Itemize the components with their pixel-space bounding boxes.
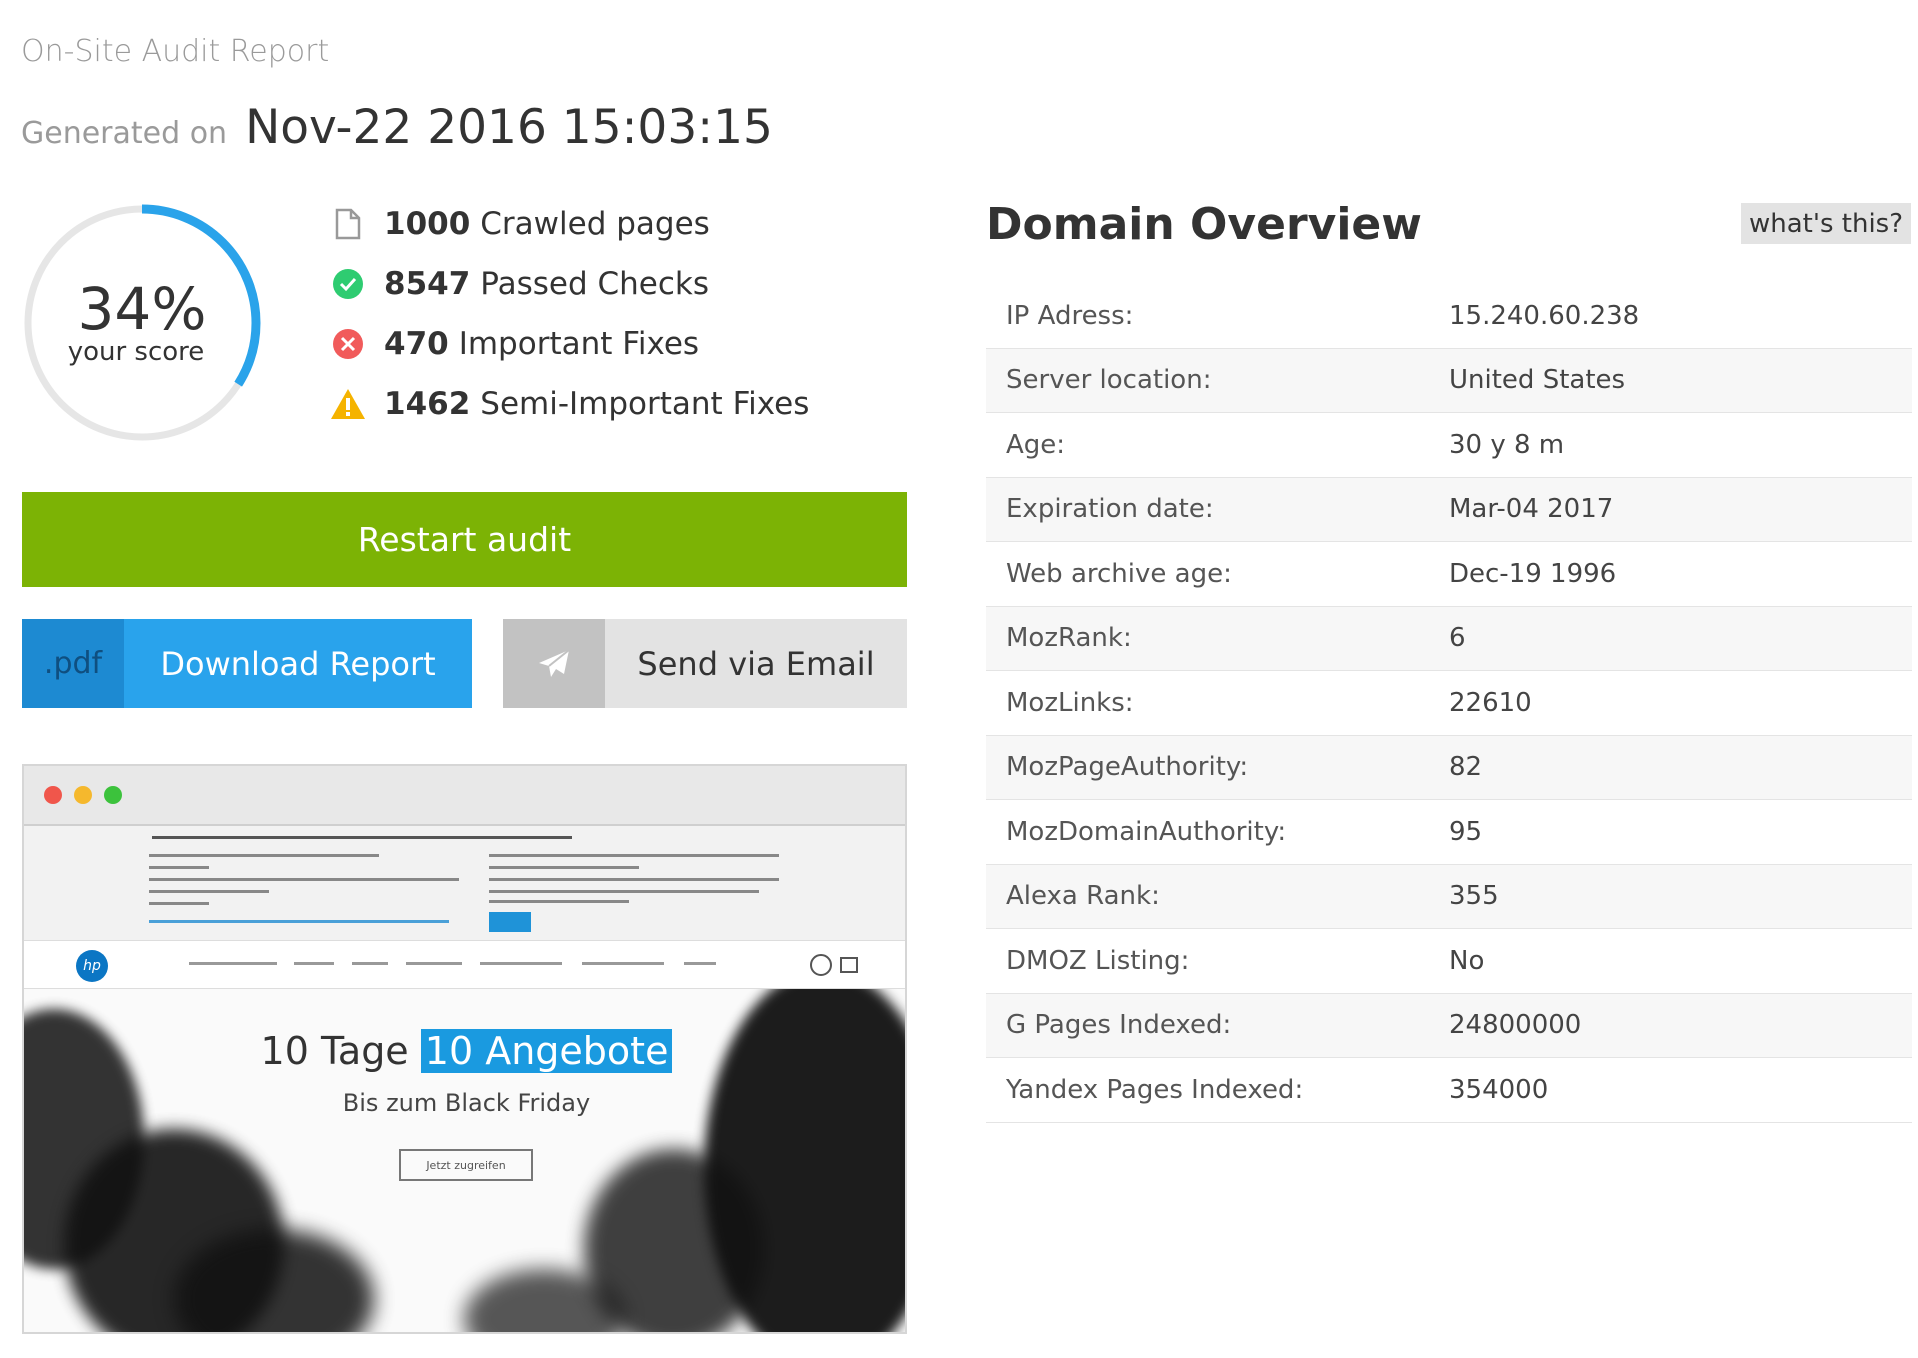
warning-triangle-icon xyxy=(330,386,366,422)
row-key: DMOZ Listing: xyxy=(1006,945,1190,976)
error-circle-icon xyxy=(330,326,366,362)
row-key: IP Adress: xyxy=(1006,300,1134,331)
maximize-dot-icon xyxy=(104,786,122,804)
hero-subheadline: Bis zum Black Friday xyxy=(342,1089,591,1117)
table-row: MozRank: 6 xyxy=(986,606,1912,671)
table-row: G Pages Indexed: 24800000 xyxy=(986,993,1912,1058)
row-key: Yandex Pages Indexed: xyxy=(1006,1074,1304,1105)
stat-label: Passed Checks xyxy=(480,266,709,302)
table-row: Expiration date: Mar-04 2017 xyxy=(986,477,1912,542)
hero-headline: 10 Tage 10 Angebote xyxy=(24,1029,905,1073)
row-key: Web archive age: xyxy=(1006,558,1232,589)
whats-this-button[interactable]: what's this? xyxy=(1741,203,1911,244)
stat-crawled-pages: 1000 Crawled pages xyxy=(330,206,710,242)
stat-count: 1462 xyxy=(384,386,471,422)
stat-count: 8547 xyxy=(384,266,471,302)
generated-date: Nov-22 2016 15:03:15 xyxy=(245,100,773,155)
row-key: Server location: xyxy=(1006,365,1212,396)
row-value: 30 y 8 m xyxy=(1449,429,1565,460)
table-row: MozPageAuthority: 82 xyxy=(986,735,1912,800)
hero-headline-plain: 10 Tage xyxy=(260,1029,409,1073)
domain-overview-title: Domain Overview xyxy=(986,199,1422,250)
row-value: United States xyxy=(1449,365,1626,396)
report-title: On-Site Audit Report xyxy=(21,34,330,69)
paper-plane-icon xyxy=(503,619,605,708)
stat-label: Semi-Important Fixes xyxy=(480,386,810,422)
download-label: Download Report xyxy=(160,644,436,683)
table-row: DMOZ Listing: No xyxy=(986,929,1912,994)
hp-logo: hp xyxy=(76,950,108,982)
site-nav: hp xyxy=(24,941,905,989)
row-key: Alexa Rank: xyxy=(1006,881,1160,912)
stat-passed-checks: 8547 Passed Checks xyxy=(330,266,709,302)
row-value: No xyxy=(1449,945,1485,976)
table-row: Yandex Pages Indexed: 354000 xyxy=(986,1058,1912,1123)
cookie-banner xyxy=(24,826,905,941)
hero-cta: Jetzt zugreifen xyxy=(399,1149,533,1181)
score-label: your score xyxy=(67,337,205,367)
row-value: 95 xyxy=(1449,816,1483,847)
stat-count: 1000 xyxy=(384,206,471,242)
row-key: G Pages Indexed: xyxy=(1006,1010,1232,1041)
table-row: MozDomainAuthority: 95 xyxy=(986,800,1912,865)
stat-label: Crawled pages xyxy=(480,206,710,242)
table-row: Alexa Rank: 355 xyxy=(986,864,1912,929)
score-ring: 34% your score xyxy=(22,203,262,443)
minimize-dot-icon xyxy=(74,786,92,804)
domain-overview-table: IP Adress: 15.240.60.238 Server location: U… xyxy=(986,284,1912,1123)
send-email-button[interactable]: Send via Email xyxy=(503,619,907,708)
email-label: Send via Email xyxy=(637,644,875,683)
row-key: MozDomainAuthority: xyxy=(1006,816,1287,847)
row-value: 355 xyxy=(1449,881,1499,912)
row-value: 82 xyxy=(1449,752,1483,783)
table-row: Server location: United States xyxy=(986,348,1912,413)
score-percent: 34% xyxy=(77,275,207,343)
stat-label: Important Fixes xyxy=(458,326,700,362)
site-hero: 10 Tage 10 Angebote Bis zum Black Friday… xyxy=(24,989,905,1332)
restart-audit-button[interactable]: Restart audit xyxy=(22,492,907,587)
table-row: Web archive age: Dec-19 1996 xyxy=(986,542,1912,607)
row-key: Expiration date: xyxy=(1006,494,1214,525)
table-row: MozLinks: 22610 xyxy=(986,671,1912,736)
row-key: MozRank: xyxy=(1006,623,1132,654)
check-circle-icon xyxy=(330,266,366,302)
generated-line: Generated on Nov-22 2016 15:03:15 xyxy=(21,100,773,155)
download-report-button[interactable]: .pdf Download Report xyxy=(22,619,472,708)
row-value: 22610 xyxy=(1449,687,1532,718)
row-value: 6 xyxy=(1449,623,1466,654)
row-key: Age: xyxy=(1006,429,1066,460)
table-row: IP Adress: 15.240.60.238 xyxy=(986,284,1912,349)
row-value: 24800000 xyxy=(1449,1010,1582,1041)
stat-count: 470 xyxy=(384,326,449,362)
site-preview: hp 10 Tage 10 Angebote Bis zum Black Fri… xyxy=(22,764,907,1334)
row-value: 354000 xyxy=(1449,1074,1549,1105)
close-dot-icon xyxy=(44,786,62,804)
row-value: 15.240.60.238 xyxy=(1449,300,1640,331)
row-key: MozPageAuthority: xyxy=(1006,752,1249,783)
generated-label: Generated on xyxy=(21,116,228,151)
stat-important-fixes: 470 Important Fixes xyxy=(330,326,699,362)
table-row: Age: 30 y 8 m xyxy=(986,413,1912,478)
hero-headline-highlight: 10 Angebote xyxy=(420,1029,673,1073)
row-key: MozLinks: xyxy=(1006,687,1134,718)
row-value: Dec-19 1996 xyxy=(1449,558,1617,589)
document-icon xyxy=(330,206,366,242)
pdf-tag: .pdf xyxy=(22,619,124,708)
stat-semi-important-fixes: 1462 Semi-Important Fixes xyxy=(330,386,809,422)
browser-chrome xyxy=(24,766,905,826)
row-value: Mar-04 2017 xyxy=(1449,494,1614,525)
